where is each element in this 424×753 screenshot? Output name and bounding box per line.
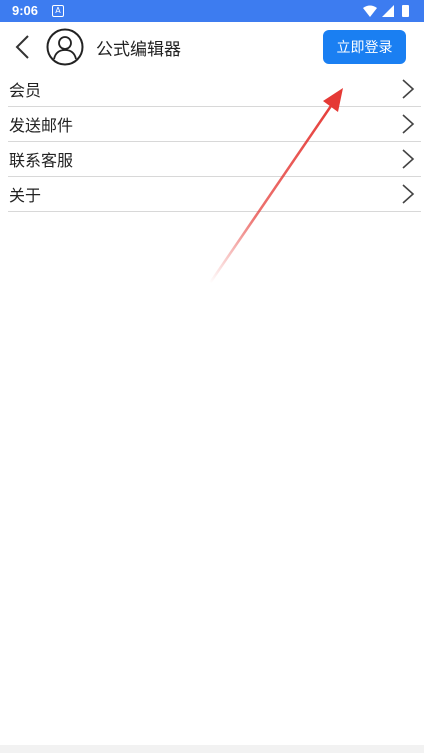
login-button[interactable]: 立即登录 — [323, 30, 406, 64]
status-icons — [363, 5, 409, 17]
signal-icon — [382, 5, 394, 17]
avatar-icon[interactable] — [46, 28, 84, 66]
menu-item-label: 关于 — [9, 186, 42, 205]
back-arrow-icon[interactable] — [10, 32, 38, 62]
battery-icon — [402, 5, 409, 17]
chevron-right-icon — [402, 149, 415, 169]
bottom-edge — [0, 745, 424, 753]
menu-item-label: 发送邮件 — [9, 116, 74, 135]
chevron-right-icon — [402, 114, 415, 134]
menu-item-contact-support[interactable]: 联系客服 — [8, 142, 421, 177]
menu-item-about[interactable]: 关于 — [8, 177, 421, 212]
status-time: 9:06 — [12, 3, 39, 18]
notification-icon: A — [52, 5, 64, 17]
wifi-icon — [363, 5, 377, 17]
menu-item-membership[interactable]: 会员 — [8, 72, 421, 107]
settings-menu: 会员 发送邮件 联系客服 关于 — [8, 72, 421, 212]
status-bar: 9:06 A — [0, 0, 424, 22]
login-button-label: 立即登录 — [336, 40, 393, 56]
chevron-right-icon — [402, 184, 415, 204]
chevron-right-icon — [402, 79, 415, 99]
page-title: 公式编辑器 — [96, 40, 181, 60]
header-bar: 公式编辑器 立即登录 — [0, 22, 424, 72]
menu-item-label: 联系客服 — [9, 151, 74, 170]
menu-item-send-email[interactable]: 发送邮件 — [8, 107, 421, 142]
menu-item-label: 会员 — [9, 81, 42, 100]
